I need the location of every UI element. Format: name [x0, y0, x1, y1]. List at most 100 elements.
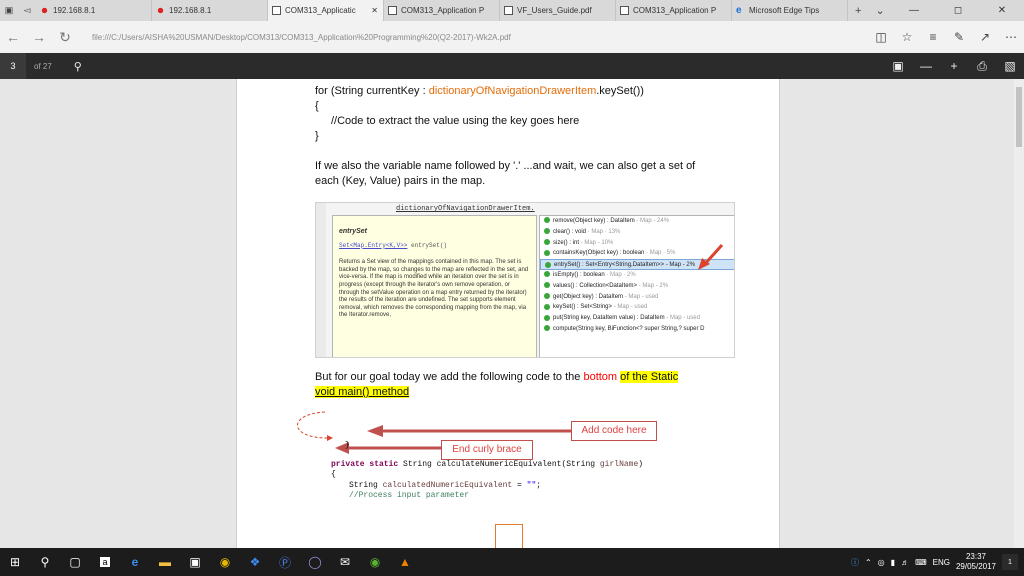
tab-router-2[interactable]: 192.168.8.1 — [152, 0, 268, 21]
document-icon — [388, 6, 397, 15]
proposal-item: get(Object key) : DataItem - Map - used — [540, 292, 734, 303]
huawei-icon — [156, 6, 165, 15]
method-icon — [544, 325, 550, 332]
javadoc-title: entrySet — [339, 228, 368, 235]
dropbox-icon[interactable]: ❖ — [240, 548, 270, 576]
hub-icon[interactable]: ≡ — [920, 30, 946, 44]
text: compute(String key, BiFunction<? super S… — [553, 325, 705, 332]
edge-icon[interactable]: e — [120, 548, 150, 576]
help-icon[interactable]: ⓘ — [851, 557, 859, 568]
page-total: of 27 — [34, 61, 52, 71]
page-number-input[interactable]: 3 — [0, 53, 26, 79]
text: But for our goal today we add the follow… — [315, 371, 584, 383]
app-v-icon[interactable]: ◉ — [360, 548, 390, 576]
favorite-star-icon[interactable]: ☆ — [894, 30, 920, 44]
text: String — [349, 481, 383, 490]
code-line-for: for (String currentKey : dictionaryOfNav… — [315, 85, 644, 97]
callout-end-brace: End curly brace — [441, 440, 533, 460]
keyboard-icon[interactable]: ⌨ — [915, 558, 927, 567]
forward-icon[interactable]: → — [26, 29, 52, 45]
mail-icon[interactable]: ✉ — [330, 548, 360, 576]
new-tab-icon[interactable]: + — [848, 0, 868, 21]
callout-add-code: Add code here — [571, 421, 657, 441]
tab-pdf-3[interactable]: COM313_Application P — [616, 0, 732, 21]
text: size() : int — [553, 239, 580, 246]
tab-list-chevron-icon[interactable]: ⌄ — [868, 0, 891, 21]
text: calculateNumericEquivalent — [436, 460, 562, 469]
text: for (String currentKey : — [315, 85, 429, 97]
amazon-icon[interactable]: a — [90, 548, 120, 576]
tab-active-pdf[interactable]: COM313_Applicatic ✕ — [268, 0, 384, 21]
paragraph-line: But for our goal today we add the follow… — [315, 371, 679, 383]
show-hidden-icons-chevron-icon[interactable]: ⌃ — [865, 558, 872, 567]
method-icon — [544, 228, 550, 235]
proposal-item: isEmpty() : boolean · Map · 2% — [540, 270, 734, 281]
maximize-icon[interactable]: ◻ — [936, 0, 980, 21]
text: dictionaryOfNavigationDrawerItem — [428, 85, 597, 97]
text: of the Static — [620, 371, 679, 383]
close-tab-icon[interactable]: ✕ — [371, 6, 378, 15]
tab-pdf-2[interactable]: COM313_Application P — [384, 0, 500, 21]
language-indicator[interactable]: ENG — [933, 558, 950, 567]
tab-preview-icon[interactable]: ▣ — [0, 0, 18, 21]
text: ) — [638, 460, 644, 469]
code-method-signature: private static String calculateNumericEq… — [331, 460, 643, 469]
document-icon — [272, 6, 281, 15]
minimize-icon[interactable]: — — [892, 0, 936, 21]
share-icon[interactable]: ↗ — [972, 30, 998, 44]
app-r-icon[interactable]: Ⓟ — [270, 548, 300, 576]
search-icon[interactable]: ⚲ — [30, 548, 60, 576]
battery-icon[interactable]: ▮ — [891, 558, 895, 567]
edge-icon: e — [736, 5, 742, 16]
method-icon — [544, 303, 550, 310]
zoom-out-icon[interactable]: — — [912, 59, 940, 74]
document-icon — [620, 6, 629, 15]
print-icon[interactable]: ⎙ — [968, 59, 996, 74]
pdf-toolbar: 3 of 27 ⚲ ▣ — + ⎙ ▧ — [0, 53, 1024, 79]
tab-edge-tips[interactable]: e Microsoft Edge Tips — [732, 0, 848, 21]
search-icon[interactable]: ⚲ — [74, 60, 82, 73]
clock[interactable]: 23:37 29/05/2017 — [956, 552, 996, 572]
wifi-icon[interactable]: ◎ — [878, 558, 885, 567]
fit-page-icon[interactable]: ▣ — [884, 59, 912, 74]
text: (String — [561, 460, 600, 469]
back-icon[interactable]: ← — [0, 29, 26, 45]
editor-gutter — [316, 203, 326, 357]
app-sphere-icon[interactable]: ◯ — [300, 548, 330, 576]
more-icon[interactable]: ⋯ — [998, 30, 1024, 44]
tab-router-1[interactable]: 192.168.8.1 — [36, 0, 152, 21]
text: put(String key, DataItem value) : DataIt… — [553, 315, 665, 322]
method-icon — [544, 271, 550, 278]
text: - Map - 10% — [579, 239, 614, 246]
zoom-in-icon[interactable]: + — [940, 59, 968, 74]
refresh-icon[interactable]: ↻ — [52, 29, 78, 46]
store-icon[interactable]: ▣ — [180, 548, 210, 576]
vlc-icon[interactable]: ▲ — [390, 548, 420, 576]
proposal-item: remove(Object key) : DataItem - Map - 24… — [540, 216, 734, 227]
volume-icon[interactable]: ♬ — [901, 558, 909, 567]
close-window-icon[interactable]: ✕ — [980, 0, 1024, 21]
url-field[interactable]: file:///C:/Users/AISHA%20USMAN/Desktop/C… — [92, 33, 592, 42]
paragraph-line: If we also the variable name followed by… — [315, 160, 696, 172]
code-declaration: String calculatedNumericEquivalent = ""; — [349, 481, 541, 490]
tab-users-guide[interactable]: VF_Users_Guide.pdf — [500, 0, 616, 21]
brace-close: } — [315, 130, 319, 142]
start-windows-icon[interactable]: ⊞ — [0, 548, 30, 576]
text: values() : Collection<DataItem> — [553, 282, 638, 289]
action-center-icon[interactable]: 1 — [1002, 554, 1018, 570]
scrollbar[interactable] — [1014, 79, 1024, 548]
clock-time: 23:37 — [965, 552, 986, 561]
proposal-item: put(String key, DataItem value) : DataIt… — [540, 313, 734, 324]
chrome-icon[interactable]: ◉ — [210, 548, 240, 576]
file-explorer-icon[interactable]: ▬ — [150, 548, 180, 576]
scrollbar-thumb[interactable] — [1016, 87, 1022, 147]
reading-view-icon[interactable]: ◫ — [868, 30, 894, 44]
save-icon[interactable]: ▧ — [996, 59, 1024, 74]
tab-aside-icon[interactable]: ◅ — [18, 0, 36, 21]
text: calculatedNumericEquivalent — [382, 481, 513, 490]
web-note-icon[interactable]: ✎ — [946, 30, 972, 44]
text: keySet() : Set<String> — [553, 304, 613, 311]
code-comment-process: //Process input parameter — [349, 491, 470, 500]
tab-label: VF_Users_Guide.pdf — [517, 6, 592, 15]
task-view-icon[interactable]: ▢ — [60, 548, 90, 576]
